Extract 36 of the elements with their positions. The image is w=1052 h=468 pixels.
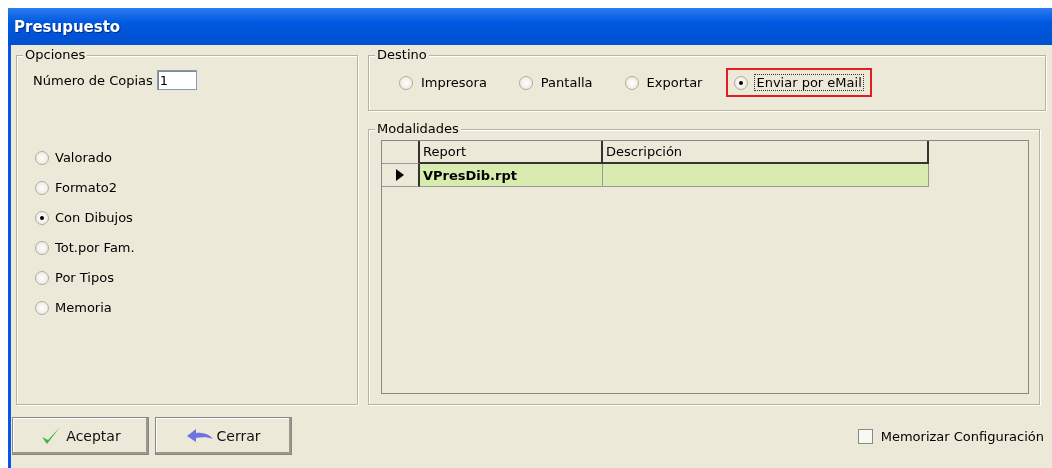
radio-button[interactable] bbox=[518, 75, 533, 90]
radio-button[interactable] bbox=[35, 270, 49, 285]
radio-label: Por Tipos bbox=[55, 270, 114, 285]
group-title: Modalidades bbox=[375, 121, 461, 136]
radio-label: Con Dibujos bbox=[55, 210, 133, 225]
radio-label: Impresora bbox=[420, 74, 488, 91]
button[interactable]: Cerrar bbox=[155, 417, 292, 455]
back-arrow-icon bbox=[186, 429, 213, 443]
radio-label: Valorado bbox=[55, 150, 112, 165]
radio-button[interactable] bbox=[35, 150, 49, 165]
column-header: Report bbox=[420, 141, 603, 164]
button[interactable]: Aceptar bbox=[12, 417, 149, 455]
copies-field[interactable]: 1 bbox=[156, 70, 197, 90]
radio-label: Memoria bbox=[55, 300, 112, 315]
radio-button[interactable] bbox=[734, 75, 749, 90]
group-title: Destino bbox=[375, 47, 429, 62]
radio-label: Exportar bbox=[645, 74, 704, 91]
window-title: Presupuesto bbox=[14, 17, 121, 36]
radio-button[interactable] bbox=[35, 210, 49, 225]
radio-button[interactable] bbox=[35, 300, 49, 315]
copies-label: Número de Copias bbox=[33, 72, 153, 88]
radio-label: Enviar por eMail bbox=[754, 74, 864, 91]
checkbox[interactable] bbox=[857, 428, 873, 444]
row-header[interactable] bbox=[382, 164, 420, 187]
checkbox-label: Memorizar Configuración bbox=[880, 428, 1044, 444]
radio-label: Formato2 bbox=[55, 180, 118, 195]
radio-label: Pantalla bbox=[539, 74, 594, 91]
radio-button[interactable] bbox=[35, 240, 49, 255]
group-title: Opciones bbox=[23, 47, 88, 62]
table-cell: VPresDib.rpt bbox=[420, 164, 603, 187]
radio-button[interactable] bbox=[624, 75, 639, 90]
radio-label: Tot.por Fam. bbox=[55, 240, 135, 255]
column-header: Descripción bbox=[603, 141, 929, 164]
radio-button[interactable] bbox=[399, 75, 413, 90]
row-pointer-icon bbox=[396, 169, 404, 181]
radio-button[interactable] bbox=[35, 180, 49, 195]
